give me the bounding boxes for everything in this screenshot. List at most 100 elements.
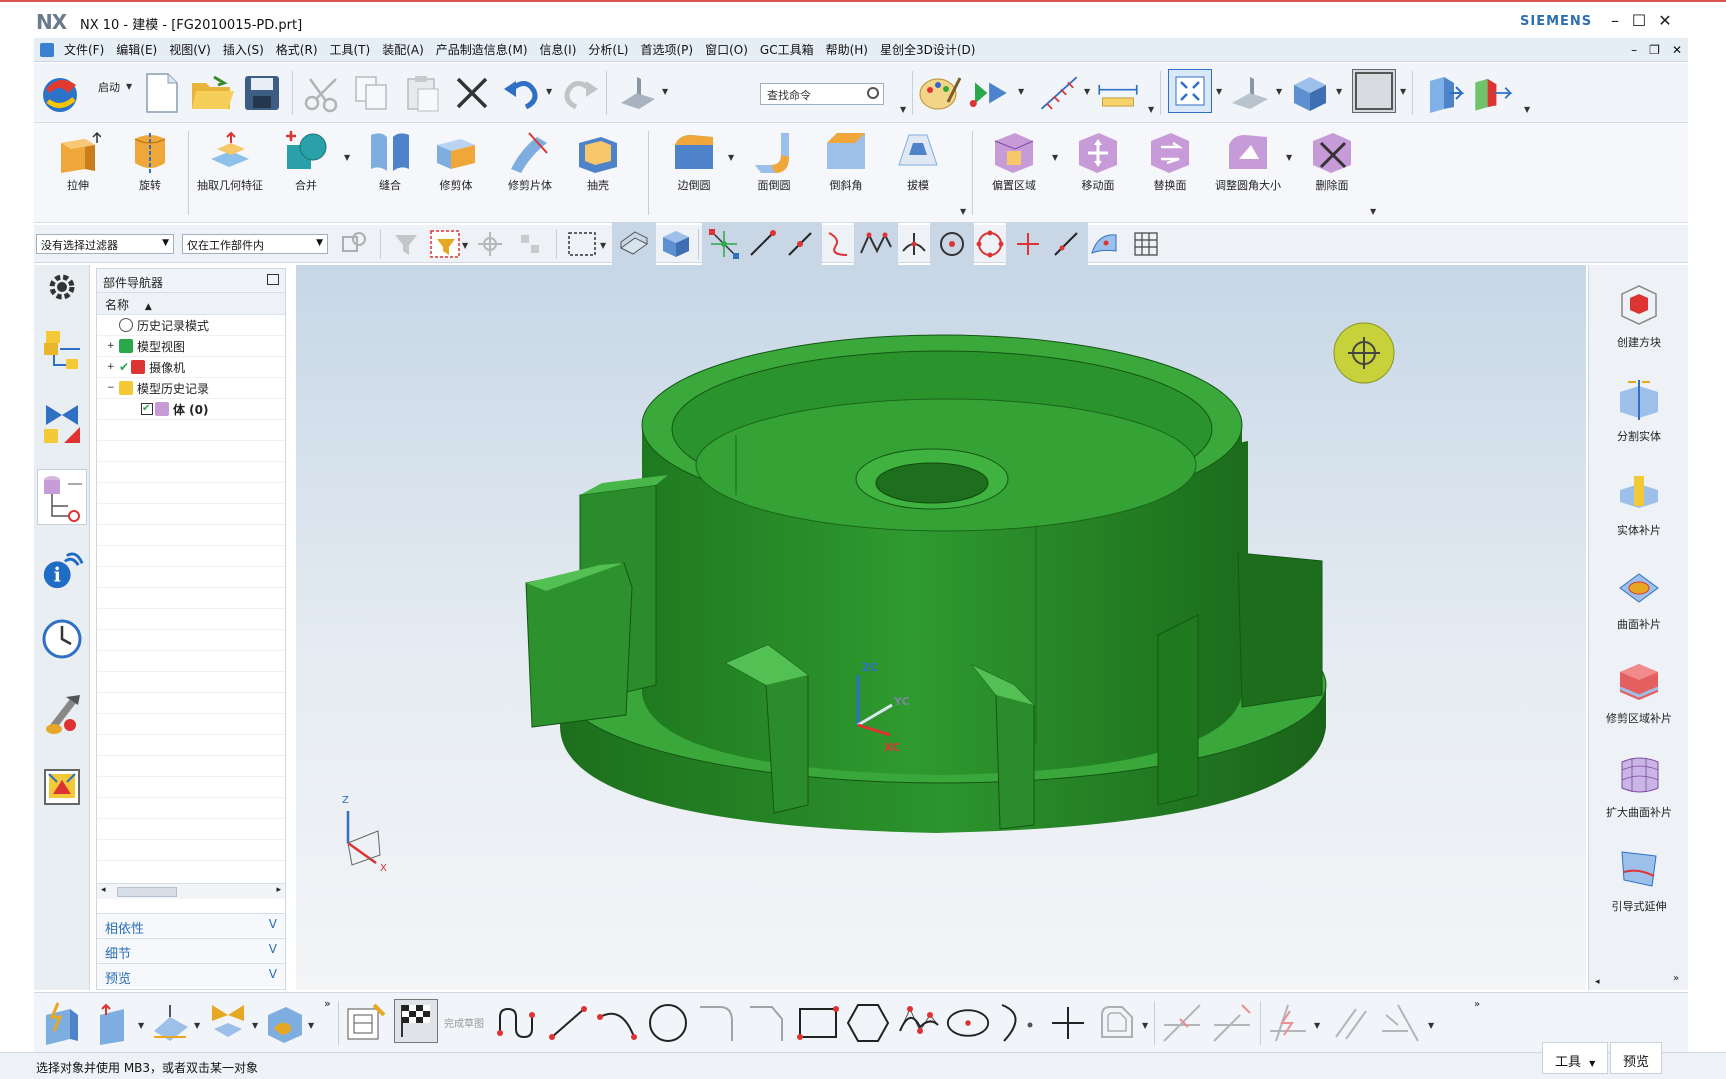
box-dropdown-icon[interactable]: ▼: [308, 1021, 314, 1030]
selection-icon[interactable]: [616, 71, 660, 115]
delete-face-button[interactable]: 删除面: [1296, 123, 1368, 193]
polygon-icon[interactable]: [846, 1001, 890, 1045]
view-orientation-icon[interactable]: [1228, 71, 1272, 115]
face-blend-button[interactable]: 面倒圆: [738, 123, 810, 193]
menu-pmi[interactable]: 产品制造信息(M): [430, 41, 534, 58]
extrude-button[interactable]: 拉伸: [42, 123, 114, 193]
orientation-dropdown-icon[interactable]: ▼: [1276, 87, 1282, 96]
snap-rotate-icon[interactable]: [468, 222, 512, 266]
enlarge-surface-patch-button[interactable]: 扩大曲面补片: [1593, 751, 1685, 820]
datum-dropdown-icon[interactable]: ▼: [1084, 87, 1090, 96]
sketch-box-icon[interactable]: [262, 1001, 306, 1045]
finish-sketch-label[interactable]: 完成草图: [444, 1015, 484, 1030]
close-button[interactable]: ✕: [1654, 10, 1676, 32]
measure-dropdown-icon[interactable]: ▼: [1148, 105, 1154, 114]
expand-icon[interactable]: +: [107, 362, 119, 372]
guided-extension-button[interactable]: 引导式延伸: [1593, 845, 1685, 914]
line-icon[interactable]: [546, 1001, 590, 1045]
menu-gc-toolbox[interactable]: GC工具箱: [754, 41, 820, 58]
extrude-dropdown-icon[interactable]: ▼: [138, 1021, 144, 1030]
menu-format[interactable]: 格式(R): [270, 41, 324, 58]
web-browser-icon[interactable]: [40, 765, 84, 809]
circle-icon[interactable]: [646, 1001, 690, 1045]
menu-tools[interactable]: 工具(T): [324, 41, 377, 58]
scroll-right-icon[interactable]: ▸: [276, 885, 281, 895]
history-clock-icon[interactable]: [40, 617, 84, 661]
make-corner-icon[interactable]: [1266, 1001, 1310, 1045]
select-face-icon[interactable]: [612, 222, 656, 266]
clip-section-icon[interactable]: [1470, 71, 1514, 115]
copy-icon[interactable]: [350, 71, 394, 115]
gear-icon[interactable]: [40, 265, 84, 309]
selection-dropdown-icon[interactable]: ▼: [662, 87, 668, 96]
point-icon[interactable]: [1046, 1001, 1090, 1045]
unite-dropdown-icon[interactable]: ▼: [344, 153, 350, 162]
preview-panel-header[interactable]: 预览 V: [97, 963, 285, 987]
display-mode-dropdown-icon[interactable]: ▼: [1018, 87, 1024, 96]
menu-window[interactable]: 窗口(O): [699, 41, 754, 58]
quick-extend-icon[interactable]: [1210, 1001, 1254, 1045]
part-navigator-icon[interactable]: [37, 469, 87, 525]
surface-patch-button[interactable]: 曲面补片: [1593, 563, 1685, 632]
view-dropdown-icon[interactable]: ▼: [1216, 87, 1222, 96]
offset-region-button[interactable]: 偏置区域: [978, 123, 1050, 193]
sketch-icon[interactable]: [344, 1001, 388, 1045]
offset-dropdown-icon[interactable]: ▼: [1052, 153, 1058, 162]
sync-overflow-icon[interactable]: ▼: [1370, 207, 1376, 216]
extract-geometry-button[interactable]: 抽取几何特征: [194, 123, 266, 193]
horizontal-scrollbar[interactable]: ◂ ▸: [97, 883, 285, 899]
menu-help[interactable]: 帮助(H): [820, 41, 874, 58]
chamfer-button[interactable]: 倒斜角: [810, 123, 882, 193]
menu-preferences[interactable]: 首选项(P): [634, 41, 699, 58]
replace-face-button[interactable]: 替换面: [1134, 123, 1206, 193]
parallel-icon[interactable]: [1328, 1001, 1372, 1045]
sketch-datum-icon[interactable]: [148, 1001, 192, 1045]
constraint-navigator-icon[interactable]: [40, 401, 84, 445]
mirror-dropdown-icon[interactable]: ▼: [252, 1021, 258, 1030]
type-filter-select[interactable]: 没有选择过滤器 ▼: [36, 234, 174, 254]
minimize-button[interactable]: –: [1604, 10, 1626, 32]
select-body-icon[interactable]: [654, 222, 698, 266]
start-label[interactable]: 启动: [98, 79, 120, 95]
quick-trim-icon[interactable]: [1160, 1001, 1204, 1045]
feature-overflow-icon[interactable]: ▼: [960, 207, 966, 216]
process-tools-icon[interactable]: [40, 691, 84, 735]
edge-blend-button[interactable]: 边倒圆: [658, 123, 730, 193]
assembly-navigator-icon[interactable]: [40, 327, 84, 371]
create-box-button[interactable]: 创建方块: [1593, 281, 1685, 350]
select-mode-dropdown-icon[interactable]: ▼: [600, 241, 606, 250]
constraint-dropdown-icon[interactable]: ▼: [1314, 1021, 1320, 1030]
sew-button[interactable]: 缝合: [354, 123, 426, 193]
collapse-icon[interactable]: −: [107, 383, 119, 393]
more-tools-icon[interactable]: »: [324, 997, 331, 1010]
menu-assembly[interactable]: 装配(A): [376, 41, 430, 58]
search-icon[interactable]: [867, 87, 879, 99]
visibility-checkbox[interactable]: ✔: [141, 403, 153, 415]
offset-curve-icon[interactable]: [1096, 1001, 1140, 1045]
tools-button[interactable]: 工具 ▼: [1542, 1042, 1609, 1074]
measure-distance-icon[interactable]: [1096, 71, 1140, 115]
tree-item-model-history[interactable]: − 模型历史记录: [97, 378, 285, 399]
new-file-icon[interactable]: [140, 71, 184, 115]
tree-item-cameras[interactable]: + ✔ 摄像机: [97, 357, 285, 378]
selection-scope-select[interactable]: 仅在工作部件内 ▼: [182, 234, 328, 254]
save-icon[interactable]: [240, 71, 284, 115]
offset-dropdown-icon[interactable]: ▼: [1142, 1021, 1148, 1030]
shaded-cube-icon[interactable]: [1288, 71, 1332, 115]
chamfer-sketch-icon[interactable]: [746, 1001, 790, 1045]
trim-region-patch-button[interactable]: 修剪区域补片: [1593, 657, 1685, 726]
resize-blend-button[interactable]: 调整圆角大小: [1206, 123, 1290, 193]
snap-component-icon[interactable]: [508, 222, 552, 266]
sketch-extrude-2-icon[interactable]: [92, 1001, 136, 1045]
resize-dropdown-icon[interactable]: ▼: [1286, 153, 1292, 162]
datum-icon[interactable]: [1038, 71, 1082, 115]
menu-3d-design[interactable]: 星创全3D设计(D): [874, 41, 981, 58]
menu-info[interactable]: 信息(I): [534, 41, 583, 58]
studio-spline-icon[interactable]: [896, 1001, 940, 1045]
tangent-icon[interactable]: [1378, 1001, 1422, 1045]
blend-dropdown-icon[interactable]: ▼: [728, 153, 734, 162]
menu-analysis[interactable]: 分析(L): [582, 41, 634, 58]
finish-sketch-flag-icon[interactable]: [394, 999, 438, 1043]
graphics-viewport[interactable]: ZC YC XC Z X: [296, 265, 1586, 990]
scroll-left-icon[interactable]: ◂: [101, 885, 106, 895]
